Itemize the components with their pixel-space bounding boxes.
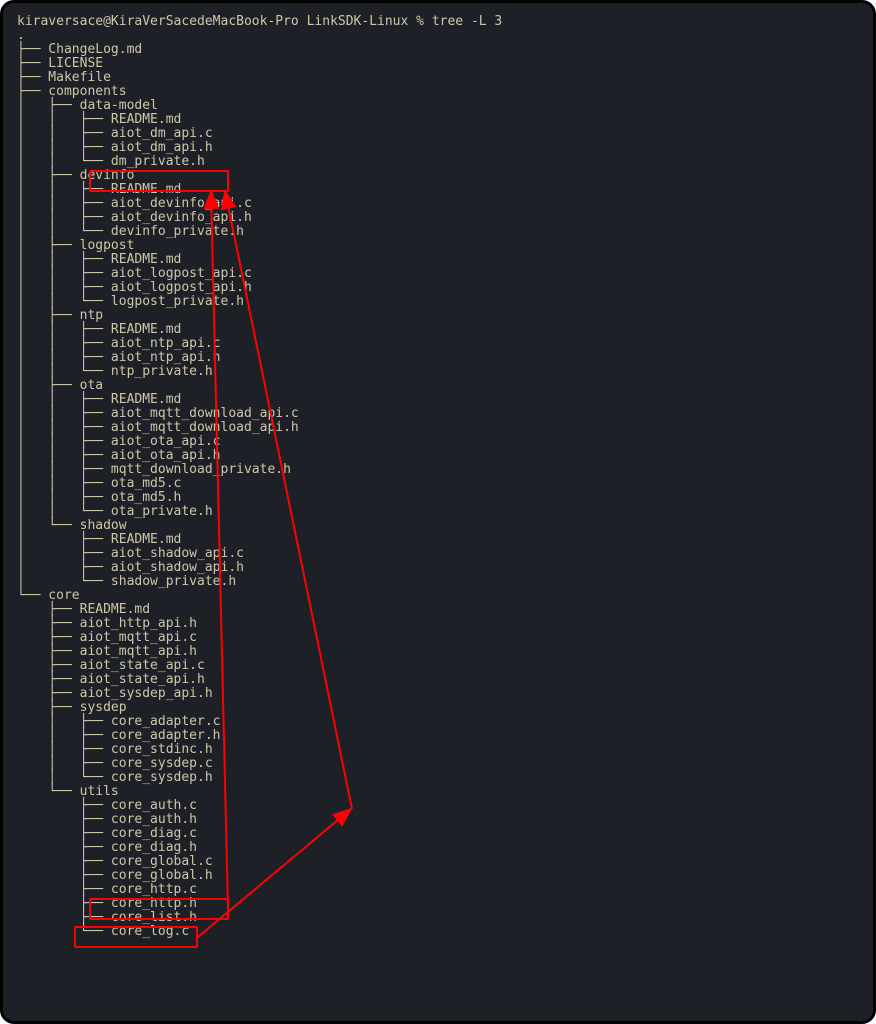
tree-line: │ │ ├── aiot_mqtt_download_api.c — [17, 407, 859, 421]
tree-line: │ │ └── dm_private.h — [17, 155, 859, 169]
tree-line: │ ├── core_adapter.h — [17, 729, 859, 743]
tree-line: ├── aiot_sysdep_api.h — [17, 687, 859, 701]
tree-line: │ │ ├── aiot_devinfo_api.h — [17, 211, 859, 225]
tree-line: │ ├── aiot_shadow_api.h — [17, 561, 859, 575]
shell-prompt: kiraversace@KiraVerSacedeMacBook-Pro Lin… — [17, 15, 859, 29]
tree-line: ├── core_global.h — [17, 869, 859, 883]
tree-line: │ └── shadow — [17, 519, 859, 533]
tree-line: ├── aiot_mqtt_api.h — [17, 645, 859, 659]
tree-line: │ │ ├── README.md — [17, 393, 859, 407]
tree-line: │ │ └── logpost_private.h — [17, 295, 859, 309]
tree-line: │ │ ├── ota_md5.c — [17, 477, 859, 491]
tree-line: │ ├── core_stdinc.h — [17, 743, 859, 757]
tree-line: ├── LICENSE — [17, 57, 859, 71]
tree-line: │ │ ├── aiot_devinfo_api.c — [17, 197, 859, 211]
tree-line: │ │ ├── ota_md5.h — [17, 491, 859, 505]
tree-line: │ ├── ota — [17, 379, 859, 393]
tree-line: ├── ChangeLog.md — [17, 43, 859, 57]
tree-line: │ │ ├── README.md — [17, 253, 859, 267]
tree-line: │ │ ├── aiot_ntp_api.c — [17, 337, 859, 351]
tree-line: │ └── core_sysdep.h — [17, 771, 859, 785]
tree-line: │ ├── core_adapter.c — [17, 715, 859, 729]
tree-line: ├── core_global.c — [17, 855, 859, 869]
tree-line: │ │ ├── README.md — [17, 323, 859, 337]
tree-line: │ │ ├── aiot_dm_api.c — [17, 127, 859, 141]
tree-line: │ ├── data-model — [17, 99, 859, 113]
tree-line: ├── aiot_state_api.h — [17, 673, 859, 687]
tree-line: │ │ ├── aiot_logpost_api.c — [17, 267, 859, 281]
tree-line: │ │ ├── aiot_dm_api.h — [17, 141, 859, 155]
tree-line: ├── core_http.h — [17, 897, 859, 911]
tree-line: ├── core_http.c — [17, 883, 859, 897]
tree-line: ├── README.md — [17, 603, 859, 617]
tree-line: └── core_log.c — [17, 925, 859, 939]
tree-line: │ ├── logpost — [17, 239, 859, 253]
tree-line: │ │ └── ota_private.h — [17, 505, 859, 519]
tree-line: ├── components — [17, 85, 859, 99]
tree-line: │ │ ├── README.md — [17, 183, 859, 197]
tree-line: │ ├── core_sysdep.c — [17, 757, 859, 771]
tree-line: ├── core_auth.c — [17, 799, 859, 813]
tree-output: ├── ChangeLog.md├── LICENSE├── Makefile├… — [17, 43, 859, 939]
tree-line: │ │ ├── README.md — [17, 113, 859, 127]
tree-line: │ │ └── devinfo_private.h — [17, 225, 859, 239]
tree-line: │ │ ├── aiot_ota_api.c — [17, 435, 859, 449]
tree-line: ├── aiot_http_api.h — [17, 617, 859, 631]
tree-line: │ └── shadow_private.h — [17, 575, 859, 589]
tree-line: │ │ └── ntp_private.h — [17, 365, 859, 379]
tree-line: │ ├── aiot_shadow_api.c — [17, 547, 859, 561]
tree-line: ├── core_diag.h — [17, 841, 859, 855]
tree-line: │ ├── README.md — [17, 533, 859, 547]
tree-line: ├── aiot_state_api.c — [17, 659, 859, 673]
tree-line: ├── core_list.h — [17, 911, 859, 925]
tree-line: ├── core_auth.h — [17, 813, 859, 827]
tree-line: │ ├── ntp — [17, 309, 859, 323]
tree-line: ├── aiot_mqtt_api.c — [17, 631, 859, 645]
tree-line: └── core — [17, 589, 859, 603]
tree-line: │ │ ├── aiot_logpost_api.h — [17, 281, 859, 295]
tree-line: │ │ ├── aiot_ota_api.h — [17, 449, 859, 463]
tree-line: │ │ ├── mqtt_download_private.h — [17, 463, 859, 477]
tree-root-dot: . — [17, 29, 859, 43]
tree-line: │ │ ├── aiot_ntp_api.h — [17, 351, 859, 365]
tree-line: ├── Makefile — [17, 71, 859, 85]
terminal-window: kiraversace@KiraVerSacedeMacBook-Pro Lin… — [0, 0, 876, 1024]
tree-line: └── utils — [17, 785, 859, 799]
tree-line: │ │ ├── aiot_mqtt_download_api.h — [17, 421, 859, 435]
tree-line: ├── core_diag.c — [17, 827, 859, 841]
tree-line: ├── sysdep — [17, 701, 859, 715]
tree-line: │ ├── devinfo — [17, 169, 859, 183]
